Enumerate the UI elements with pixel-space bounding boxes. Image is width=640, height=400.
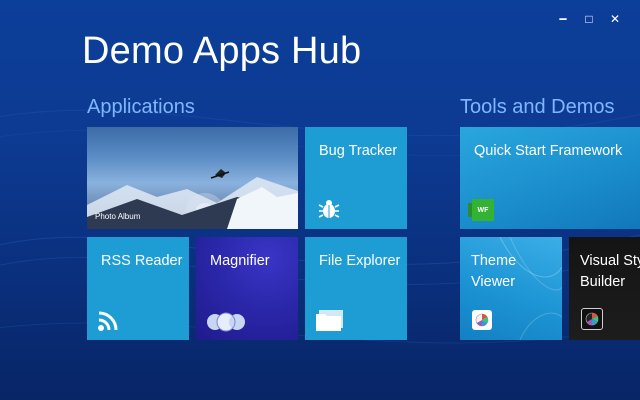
page-title: Demo Apps Hub bbox=[82, 30, 362, 72]
palette-icon bbox=[581, 308, 603, 330]
minimize-button[interactable]: 🗕 bbox=[550, 10, 576, 28]
tile-visual-style-builder[interactable]: Visual Style Builder bbox=[569, 237, 640, 340]
tile-label: Quick Start Framework bbox=[474, 143, 623, 159]
rss-icon bbox=[98, 311, 118, 331]
tile-label: File Explorer bbox=[319, 253, 401, 269]
group-title-applications: Applications bbox=[87, 96, 195, 118]
tile-file-explorer[interactable]: File Explorer bbox=[305, 237, 407, 340]
tile-theme-viewer[interactable]: Theme Viewer bbox=[460, 237, 562, 340]
tile-label: Visual Style Builder bbox=[580, 253, 640, 290]
magnifier-circles-icon bbox=[207, 312, 245, 332]
tile-quick-start-framework[interactable]: Quick Start Framework WF bbox=[460, 127, 640, 229]
tile-rss-reader[interactable]: RSS Reader bbox=[87, 237, 189, 340]
maximize-button[interactable]: □ bbox=[576, 10, 602, 28]
tile-label: Theme Viewer bbox=[471, 253, 517, 290]
wf-badge-text: WF bbox=[477, 206, 489, 214]
tile-bug-tracker[interactable]: Bug Tracker bbox=[305, 127, 407, 229]
folder-icon bbox=[316, 310, 343, 331]
tile-label: Magnifier bbox=[210, 253, 270, 269]
tile-magnifier[interactable]: Magnifier bbox=[196, 237, 298, 340]
tile-label: Photo Album bbox=[95, 212, 141, 221]
tile-label: RSS Reader bbox=[101, 253, 183, 269]
close-button[interactable]: ✕ bbox=[602, 10, 628, 28]
bug-icon bbox=[318, 200, 340, 218]
tile-label: Bug Tracker bbox=[319, 143, 398, 159]
wf-icon: WF bbox=[468, 199, 494, 221]
window-controls: 🗕 □ ✕ bbox=[550, 10, 628, 28]
tile-photo-album[interactable]: Photo Album bbox=[87, 127, 298, 229]
palette-icon bbox=[472, 310, 492, 330]
group-title-tools: Tools and Demos bbox=[460, 96, 615, 118]
